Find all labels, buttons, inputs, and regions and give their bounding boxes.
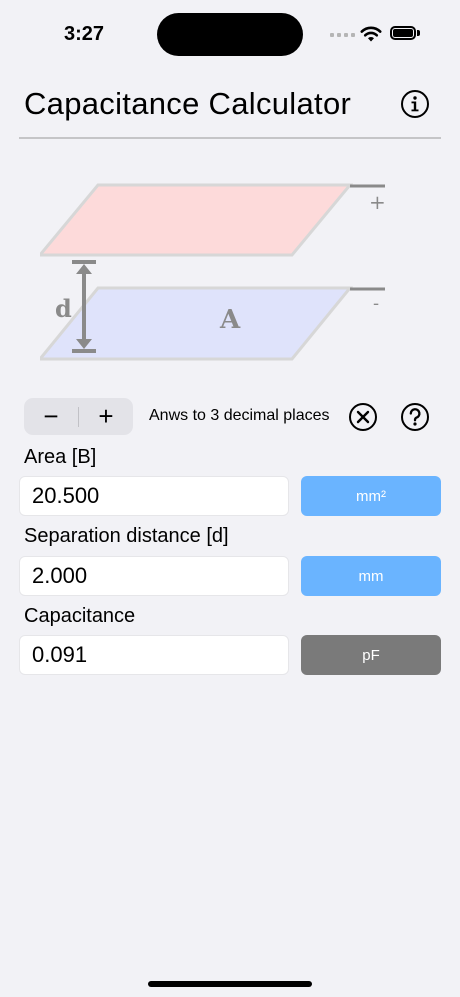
capacitance-output[interactable]: 0.091 (19, 635, 289, 675)
top-plate (40, 183, 354, 257)
wifi-icon (360, 26, 382, 42)
bottom-plate (40, 286, 354, 361)
area-input[interactable]: 20.500 (19, 476, 289, 516)
info-icon[interactable] (400, 89, 430, 119)
area-label-text: Area [B] (24, 446, 97, 468)
header-divider (19, 137, 441, 139)
capacitor-diagram: + - A d (40, 183, 386, 361)
distance-unit-button[interactable]: mm (301, 556, 441, 596)
distance-input[interactable]: 2.000 (19, 556, 289, 596)
distance-label-text: Separation distance [d] (24, 525, 229, 547)
dynamic-island (157, 13, 303, 56)
help-icon[interactable] (400, 402, 430, 432)
capacitance-label-text: Capacitance (24, 605, 136, 627)
plus-sign: + (369, 190, 386, 214)
increment-button[interactable]: + (79, 398, 133, 435)
clear-icon[interactable] (348, 402, 378, 432)
distance-label: d (55, 294, 72, 323)
minus-sign: - (373, 293, 379, 314)
capacitance-unit-button[interactable]: pF (301, 635, 441, 675)
decimal-places-text: Anws to 3 decimal places (149, 407, 330, 424)
status-time: 3:27 (64, 23, 105, 45)
battery-icon (390, 26, 416, 40)
status-bar: 3:27 (0, 0, 460, 70)
area-unit-button[interactable]: mm² (301, 476, 441, 516)
decrement-button[interactable]: − (24, 398, 78, 435)
page-title: Capacitance Calculator (24, 86, 352, 121)
cellular-signal-icon (330, 33, 355, 37)
area-label: A (219, 305, 241, 335)
decimal-stepper[interactable]: − + (24, 398, 133, 435)
home-indicator[interactable] (148, 981, 312, 987)
